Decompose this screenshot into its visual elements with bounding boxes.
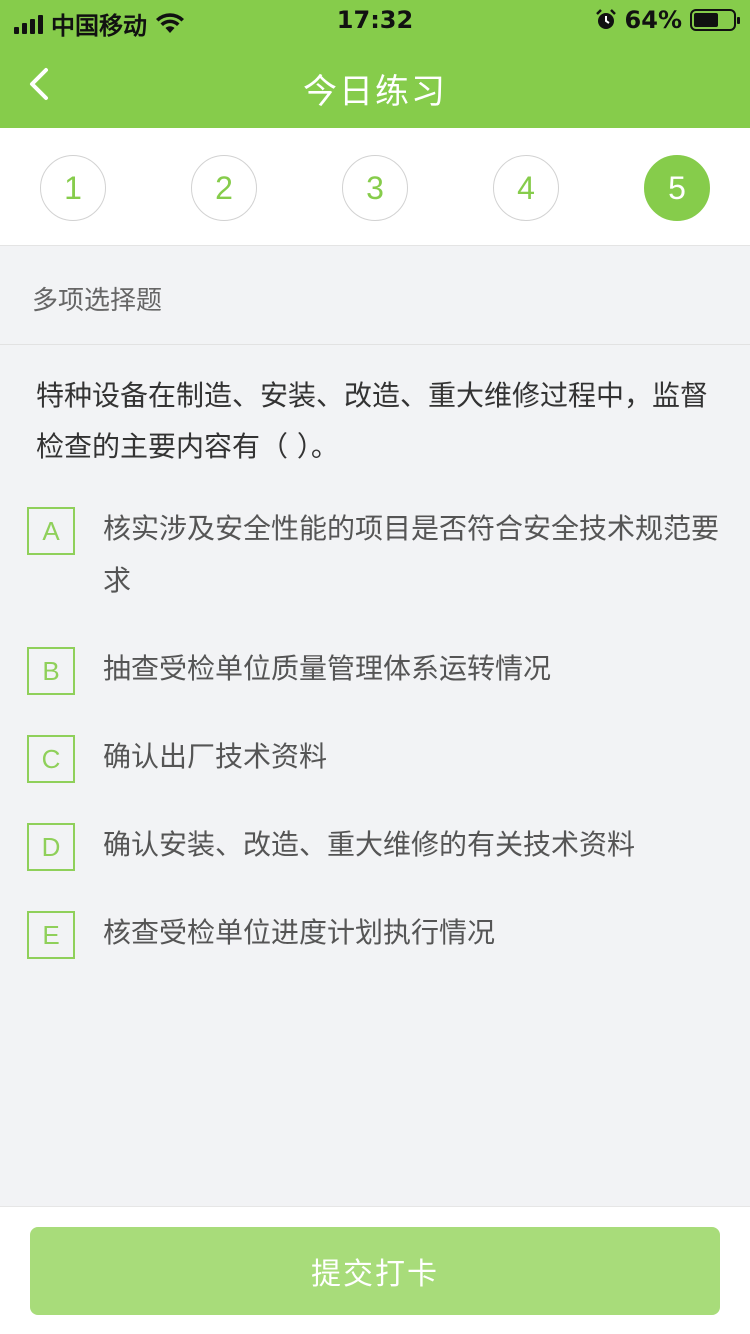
status-right: 64%	[595, 6, 740, 34]
step-4[interactable]: 4	[493, 155, 559, 221]
app-header: 中国移动 17:32 64% 今日练习	[0, 0, 750, 128]
option-text[interactable]: 核查受检单位进度计划执行情况	[103, 907, 723, 959]
option-letter[interactable]: E	[27, 911, 75, 959]
status-bar: 中国移动 17:32 64%	[0, 0, 750, 40]
option-text[interactable]: 确认出厂技术资料	[103, 731, 723, 783]
battery-icon	[690, 9, 740, 31]
page-title: 今日练习	[303, 72, 447, 112]
option-text[interactable]: 抽查受检单位质量管理体系运转情况	[103, 643, 723, 695]
submit-checkin-button[interactable]: 提交打卡	[30, 1227, 720, 1315]
alarm-icon	[595, 9, 616, 29]
footer-bar: 提交打卡	[0, 1206, 750, 1334]
step-2[interactable]: 2	[191, 155, 257, 221]
question-text: 特种设备在制造、安装、改造、重大维修过程中，监督检查的主要内容有（ ）。	[36, 379, 709, 463]
option-text[interactable]: 核实涉及安全性能的项目是否符合安全技术规范要求	[103, 503, 723, 607]
option-letter[interactable]: D	[27, 823, 75, 871]
step-1[interactable]: 1	[40, 155, 106, 221]
battery-fill	[694, 13, 719, 27]
step-3[interactable]: 3	[342, 155, 408, 221]
question-step-indicator: 1 2 3 4 5	[0, 128, 750, 246]
question-type-label: 多项选择题	[0, 247, 750, 345]
option-letter[interactable]: C	[27, 735, 75, 783]
battery-percent: 64%	[624, 6, 682, 34]
option-letter[interactable]: B	[27, 647, 75, 695]
step-5[interactable]: 5	[644, 155, 710, 221]
option-letter[interactable]: A	[27, 507, 75, 555]
option-text[interactable]: 确认安装、改造、重大维修的有关技术资料	[103, 819, 723, 871]
